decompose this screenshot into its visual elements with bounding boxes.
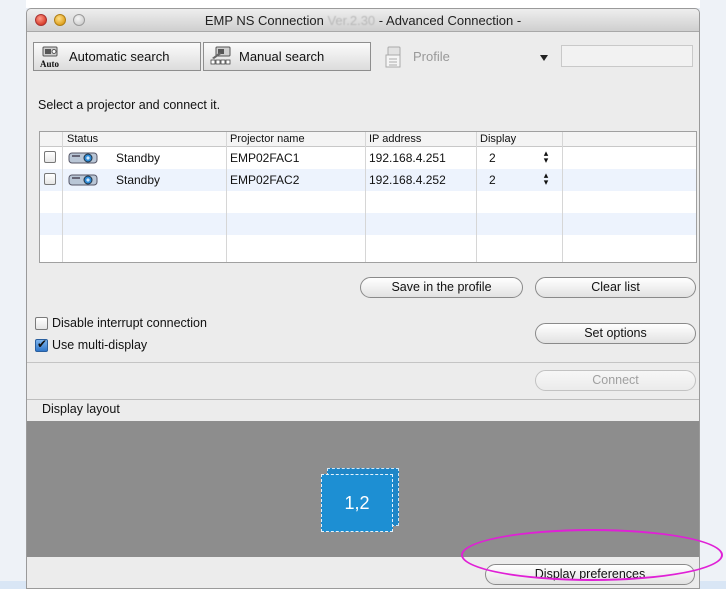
table-header: Status Projector name IP address Display [40,132,696,147]
row-projector-name: EMP02FAC2 [230,173,300,187]
automatic-search-button[interactable]: Auto Automatic search [33,42,201,71]
use-multi-display-label: Use multi-display [52,338,148,352]
row-status: Standby [116,173,161,187]
auto-search-icon: Auto [40,46,64,69]
display-stepper-icon[interactable]: ▴ ▾ [542,149,550,165]
display-layout-label: Display layout [42,402,120,416]
profile-icon [384,46,408,68]
table-row-empty [40,191,696,213]
table-row-empty [40,235,696,257]
column-divider [562,132,563,262]
automatic-search-label: Automatic search [69,49,170,64]
display-stepper-icon[interactable]: ▴ ▾ [542,171,550,187]
profile-label: Profile [413,49,450,64]
clear-list-button[interactable]: Clear list [535,277,696,298]
auto-icon-label: Auto [40,59,60,68]
row-display-value[interactable]: 2 [489,151,496,165]
column-divider [476,132,477,262]
column-divider [365,132,366,262]
profile-field [561,45,693,67]
connect-button[interactable]: Connect [535,370,696,391]
chevron-down-icon[interactable] [540,55,548,61]
column-ip-address[interactable]: IP address [369,133,421,145]
save-in-profile-button[interactable]: Save in the profile [360,277,523,298]
projector-icon [68,173,100,187]
projector-icon [68,151,100,165]
column-projector-name[interactable]: Projector name [230,133,305,145]
set-options-button[interactable]: Set options [535,323,696,344]
row-display-value[interactable]: 2 [489,173,496,187]
row-select-checkbox[interactable] [44,151,56,163]
row-status: Standby [116,151,161,165]
column-divider [226,132,227,262]
column-display[interactable]: Display [480,133,516,145]
projector-table[interactable]: Status Projector name IP address Display… [39,131,697,263]
divider [27,362,699,363]
manual-search-label: Manual search [239,49,325,64]
display-layout-header [27,399,699,422]
row-select-checkbox[interactable] [44,173,56,185]
title-bar[interactable]: EMP NS Connection Ver.2.30 - Advanced Co… [27,9,699,32]
row-ip-address: 192.168.4.251 [369,151,446,165]
window-title-sub: - Advanced Connection - [378,13,522,28]
advanced-connection-window: EMP NS Connection Ver.2.30 - Advanced Co… [26,8,700,589]
manual-search-button[interactable]: Manual search [203,42,371,71]
disable-interrupt-label: Disable interrupt connection [52,316,207,330]
background-right [700,0,726,589]
window-title-main: EMP NS Connection [204,13,324,28]
disable-interrupt-option[interactable]: Disable interrupt connection [35,316,207,330]
background-left [0,0,26,589]
window-title: EMP NS Connection Ver.2.30 - Advanced Co… [27,13,699,28]
disable-interrupt-checkbox[interactable] [35,316,48,330]
use-multi-display-option[interactable]: Use multi-display [35,337,148,352]
table-row[interactable]: Standby EMP02FAC2 192.168.4.252 2 ▴ ▾ [40,169,696,191]
column-status[interactable]: Status [67,133,98,145]
table-row[interactable]: Standby EMP02FAC1 192.168.4.251 2 ▴ ▾ [40,147,696,169]
column-divider [62,132,63,262]
manual-search-icon [210,46,234,68]
use-multi-display-checkbox[interactable] [35,337,48,352]
highlight-annotation [461,529,723,581]
row-ip-address: 192.168.4.252 [369,173,446,187]
window-title-version: Ver.2.30 [327,13,376,28]
profile-dropdown[interactable]: Profile [377,42,557,71]
background-top [0,0,726,8]
display-tile[interactable]: 1,2 [321,474,393,532]
row-projector-name: EMP02FAC1 [230,151,300,165]
instruction-text: Select a projector and connect it. [38,98,221,112]
table-row-empty [40,213,696,235]
